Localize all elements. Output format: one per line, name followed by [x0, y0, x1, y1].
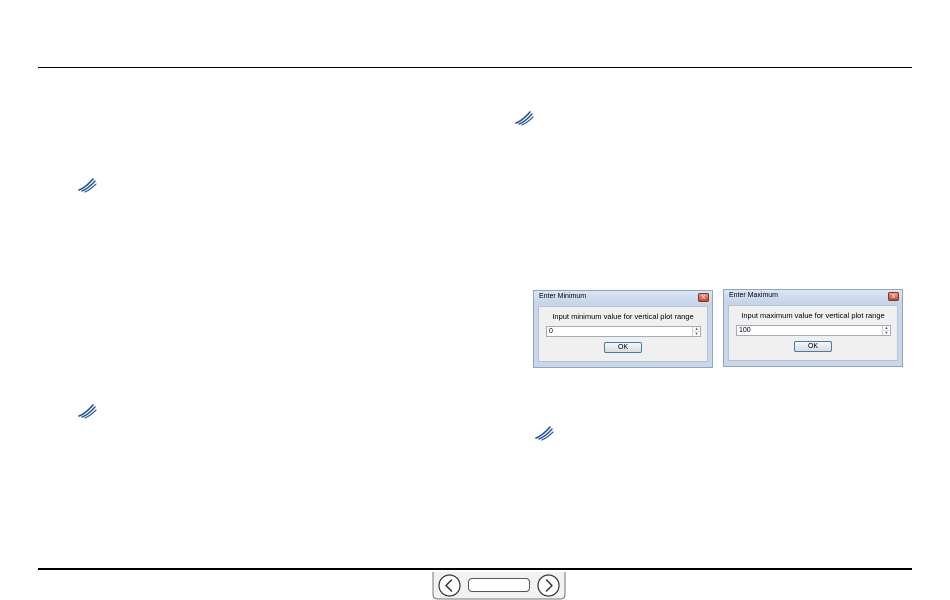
- enter-minimum-dialog: Enter Minimum x Input minimum value for …: [533, 290, 713, 368]
- footer-divider: [38, 568, 912, 570]
- header-divider: [38, 67, 912, 68]
- swoosh-bullet-icon: [535, 426, 554, 441]
- spin-down-arrow-icon[interactable]: ▼: [883, 330, 890, 336]
- value-spinner: ▲ ▼: [882, 326, 890, 335]
- swoosh-bullet-icon: [78, 178, 97, 193]
- dialog-title: Enter Minimum: [539, 293, 587, 300]
- maximum-value-field: ▲ ▼: [736, 325, 891, 336]
- spin-down-arrow-icon[interactable]: ▼: [693, 331, 700, 337]
- dialog-titlebar[interactable]: Enter Minimum x: [534, 291, 712, 305]
- swoosh-bullet-icon: [78, 404, 97, 419]
- maximum-value-input[interactable]: [737, 326, 881, 335]
- minimum-value-field: ▲ ▼: [546, 326, 701, 337]
- dialog-prompt: Input minimum value for vertical plot ra…: [552, 312, 694, 321]
- value-spinner: ▲ ▼: [692, 327, 700, 336]
- slide-navigation: [432, 572, 566, 600]
- ok-button[interactable]: OK: [794, 341, 832, 352]
- dialog-body: Input maximum value for vertical plot ra…: [728, 305, 898, 361]
- page-indicator[interactable]: [468, 578, 530, 592]
- close-icon[interactable]: x: [698, 293, 709, 302]
- minimum-value-input[interactable]: [547, 327, 691, 336]
- close-icon[interactable]: x: [888, 292, 899, 301]
- dialog-body: Input minimum value for vertical plot ra…: [538, 306, 708, 362]
- chevron-right-icon[interactable]: [537, 574, 560, 597]
- enter-maximum-dialog: Enter Maximum x Input maximum value for …: [723, 289, 903, 367]
- dialog-title: Enter Maximum: [729, 292, 779, 299]
- ok-button[interactable]: OK: [604, 342, 642, 353]
- dialog-titlebar[interactable]: Enter Maximum x: [724, 290, 902, 304]
- chevron-left-icon[interactable]: [438, 574, 461, 597]
- dialog-prompt: Input maximum value for vertical plot ra…: [741, 311, 885, 320]
- swoosh-bullet-icon: [515, 111, 534, 126]
